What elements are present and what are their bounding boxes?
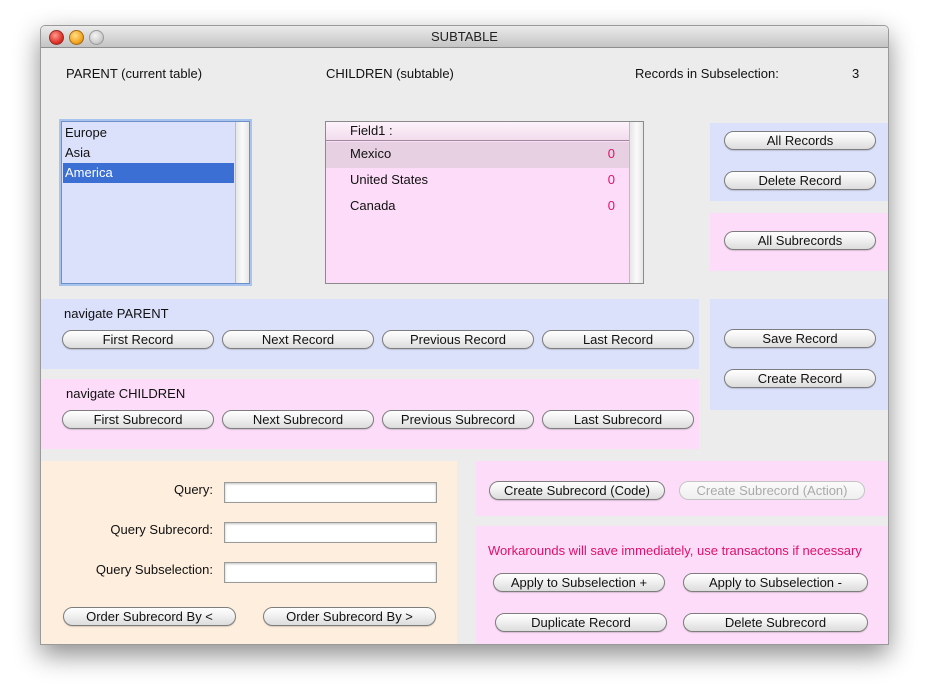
subtable-column-header[interactable]: Field1 : bbox=[326, 122, 629, 141]
row-name: Canada bbox=[350, 198, 396, 213]
previous-subrecord-button[interactable]: Previous Subrecord bbox=[382, 410, 534, 429]
row-value: 0 bbox=[607, 172, 615, 187]
all-subrecords-button[interactable]: All Subrecords bbox=[724, 231, 876, 250]
workarounds-panel: Workarounds will save immediately, use t… bbox=[476, 526, 888, 644]
subrecords-panel: All Subrecords bbox=[710, 213, 888, 271]
children-subtable-label: CHILDREN (subtable) bbox=[326, 66, 454, 81]
duplicate-record-button[interactable]: Duplicate Record bbox=[495, 613, 667, 632]
list-item[interactable]: Europe bbox=[63, 123, 234, 143]
workarounds-warning-text: Workarounds will save immediately, use t… bbox=[488, 543, 862, 558]
delete-record-button[interactable]: Delete Record bbox=[724, 171, 876, 190]
content-area: PARENT (current table) CHILDREN (subtabl… bbox=[41, 48, 888, 644]
navigate-parent-label: navigate PARENT bbox=[64, 306, 169, 321]
last-subrecord-button[interactable]: Last Subrecord bbox=[542, 410, 694, 429]
apply-to-subselection-minus-button[interactable]: Apply to Subselection - bbox=[683, 573, 868, 592]
navigate-parent-panel: navigate PARENT First Record Next Record… bbox=[41, 299, 699, 369]
all-records-button[interactable]: All Records bbox=[724, 131, 876, 150]
query-subselection-label: Query Subselection: bbox=[95, 562, 213, 577]
list-item[interactable]: Asia bbox=[63, 143, 234, 163]
query-subrecord-label: Query Subrecord: bbox=[110, 522, 213, 537]
query-subrecord-input[interactable] bbox=[224, 522, 437, 543]
create-subrecord-panel: Create Subrecord (Code) Create Subrecord… bbox=[476, 461, 888, 516]
previous-record-button[interactable]: Previous Record bbox=[382, 330, 534, 349]
query-subselection-input[interactable] bbox=[224, 562, 437, 583]
app-window: SUBTABLE PARENT (current table) CHILDREN… bbox=[40, 25, 889, 645]
create-record-button[interactable]: Create Record bbox=[724, 369, 876, 388]
query-label: Query: bbox=[173, 482, 213, 497]
window-title: SUBTABLE bbox=[431, 29, 498, 44]
row-name: Mexico bbox=[350, 146, 392, 161]
next-subrecord-button[interactable]: Next Subrecord bbox=[222, 410, 374, 429]
field1-header-label: Field1 : bbox=[350, 123, 393, 138]
order-subrecord-by-lt-button[interactable]: Order Subrecord By < bbox=[63, 607, 236, 626]
first-record-button[interactable]: First Record bbox=[62, 330, 214, 349]
navigate-children-label: navigate CHILDREN bbox=[66, 386, 186, 401]
table-row[interactable]: United States 0 bbox=[326, 168, 629, 194]
children-subtable[interactable]: Field1 : Mexico 0 United States 0 Canada… bbox=[325, 121, 644, 284]
save-record-button[interactable]: Save Record bbox=[724, 329, 876, 348]
navigate-children-panel: navigate CHILDREN First Subrecord Next S… bbox=[41, 379, 699, 449]
subtable-scrollbar[interactable] bbox=[629, 122, 643, 283]
table-row[interactable]: Mexico 0 bbox=[326, 142, 629, 168]
records-in-subselection-label: Records in Subselection: bbox=[635, 66, 779, 81]
parent-list-scrollbar[interactable] bbox=[235, 122, 249, 283]
first-subrecord-button[interactable]: First Subrecord bbox=[62, 410, 214, 429]
delete-subrecord-button[interactable]: Delete Subrecord bbox=[683, 613, 868, 632]
records-panel: All Records Delete Record bbox=[710, 123, 888, 201]
create-subrecord-code-button[interactable]: Create Subrecord (Code) bbox=[489, 481, 665, 500]
row-value: 0 bbox=[607, 146, 615, 161]
last-record-button[interactable]: Last Record bbox=[542, 330, 694, 349]
row-name: United States bbox=[350, 172, 429, 187]
parent-table-label: PARENT (current table) bbox=[66, 66, 203, 81]
create-subrecord-action-button[interactable]: Create Subrecord (Action) bbox=[679, 481, 865, 500]
save-create-panel: Save Record Create Record bbox=[710, 299, 888, 410]
list-item-selected[interactable]: America bbox=[63, 163, 234, 183]
query-panel: Query: Query Subrecord: Query Subselecti… bbox=[41, 461, 457, 644]
row-value: 0 bbox=[607, 198, 615, 213]
query-input[interactable] bbox=[224, 482, 437, 503]
next-record-button[interactable]: Next Record bbox=[222, 330, 374, 349]
records-count: 3 bbox=[852, 66, 860, 81]
parent-list[interactable]: Europe Asia America bbox=[61, 121, 250, 284]
title-bar[interactable]: SUBTABLE bbox=[41, 26, 888, 48]
apply-to-subselection-plus-button[interactable]: Apply to Subselection + bbox=[493, 573, 665, 592]
order-subrecord-by-gt-button[interactable]: Order Subrecord By > bbox=[263, 607, 436, 626]
table-row[interactable]: Canada 0 bbox=[326, 194, 629, 220]
